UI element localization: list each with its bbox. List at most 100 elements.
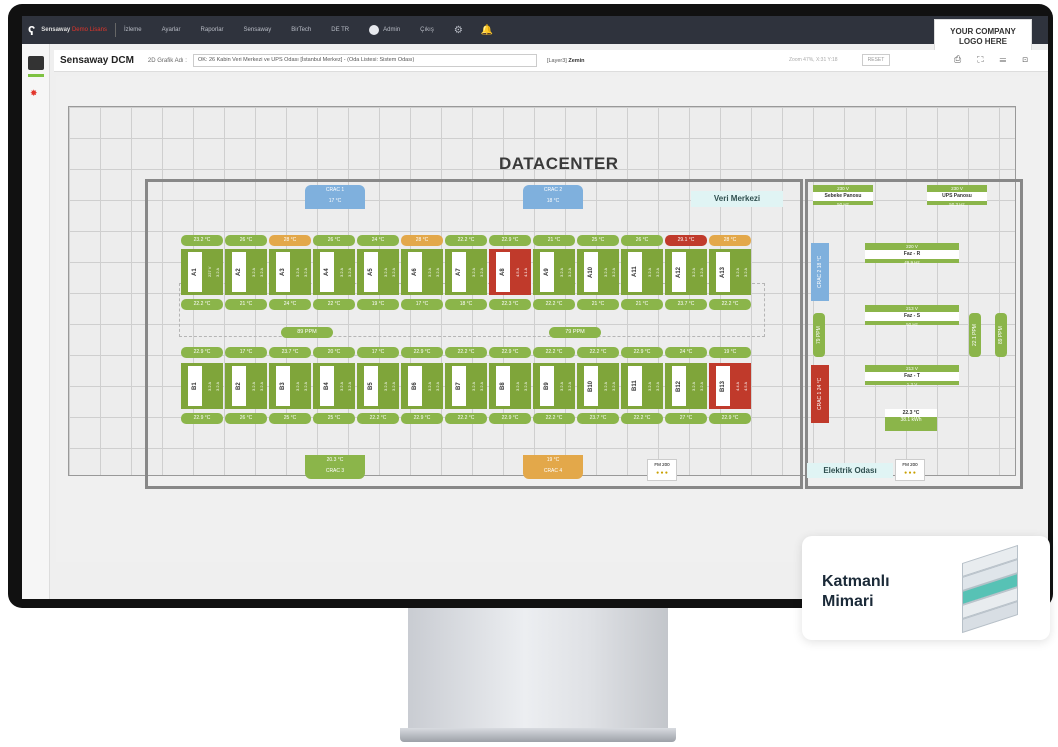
menu-raporlar[interactable]: Raporlar (201, 27, 224, 33)
rack-cabinet[interactable]: B6 3.2 A 3.2 A (401, 363, 443, 409)
temperature-sensor[interactable]: 25 °C (577, 235, 619, 246)
temperature-sensor[interactable]: 22.2 °C (445, 413, 487, 424)
rack-cabinet[interactable]: A7 3.2 A 3.2 A (445, 249, 487, 295)
temperature-sensor[interactable]: 26 °C (225, 413, 267, 424)
reset-button[interactable]: RESET (862, 54, 890, 66)
temperature-sensor[interactable]: 21 °C (225, 299, 267, 310)
rack-cabinet[interactable]: B10 3.2 A 3.2 A (577, 363, 619, 409)
temperature-sensor[interactable]: 17 °C (357, 347, 399, 358)
menu-birtech[interactable]: BirTech (291, 27, 311, 33)
ppm-sensor[interactable]: 89 PPM (281, 327, 333, 338)
temperature-sensor[interactable]: 25 °C (313, 413, 355, 424)
crac-unit[interactable]: 19 °C CRAC 4 (523, 455, 583, 479)
rack-cabinet[interactable]: A11 3.2 A 3.2 A (621, 249, 663, 295)
menu-logout[interactable]: Çıkış (420, 27, 434, 33)
temperature-sensor[interactable]: 22.2 °C (533, 413, 575, 424)
kwh-meter[interactable]: 22.3 °C 38.1 kWh (885, 409, 937, 431)
temperature-sensor[interactable]: 22.2 °C (445, 347, 487, 358)
ppm-sensor[interactable]: 22.1 PPM (969, 313, 981, 357)
rack-cabinet[interactable]: A13 3.2 A 3.2 A (709, 249, 751, 295)
temperature-sensor[interactable]: 22.9 °C (401, 347, 443, 358)
temperature-sensor[interactable]: 23.2 °C (181, 235, 223, 246)
fm200-unit[interactable]: FM 200 ● ● ● (895, 459, 925, 481)
menu-language[interactable]: DE TR (331, 27, 349, 33)
sebeke-panel[interactable]: 230 V Sebeke Panosu 50 Hz (813, 185, 873, 207)
temperature-sensor[interactable]: 28 °C (709, 235, 751, 246)
rack-cabinet[interactable]: B1 3.2 A 3.2 A (181, 363, 223, 409)
temperature-sensor[interactable]: 22.2 °C (709, 299, 751, 310)
rack-cabinet[interactable]: B9 3.2 A 3.2 A (533, 363, 575, 409)
temperature-sensor[interactable]: 20 °C (313, 347, 355, 358)
alarm-icon[interactable]: ✸ (30, 88, 40, 98)
rack-cabinet[interactable]: B3 3.2 A 3.2 A (269, 363, 311, 409)
temperature-sensor[interactable]: 22.9 °C (489, 347, 531, 358)
crac-unit[interactable]: CRAC 1 17 °C (305, 185, 365, 209)
temperature-sensor[interactable]: 26 °C (313, 235, 355, 246)
rack-cabinet[interactable]: B2 3.2 A 3.2 A (225, 363, 267, 409)
gear-icon[interactable]: ⚙ (454, 25, 463, 36)
avatar[interactable] (369, 25, 380, 35)
crac-unit[interactable]: CRAC 2 18 °C (523, 185, 583, 209)
view-icons[interactable]: ⎙⛶☰⊡ (954, 54, 1044, 65)
temperature-sensor[interactable]: 24 °C (665, 347, 707, 358)
rack-cabinet[interactable]: A6 3.2 A 3.2 A (401, 249, 443, 295)
temperature-sensor[interactable]: 26 °C (621, 235, 663, 246)
phase-s[interactable]: 213 V Faz - S 50 Hz (865, 305, 959, 327)
menu-user[interactable]: Admin (383, 27, 400, 33)
rack-cabinet[interactable]: B4 3.2 A 3.2 A (313, 363, 355, 409)
temperature-sensor[interactable]: 22.9 °C (181, 347, 223, 358)
temperature-sensor[interactable]: 22.2 °C (533, 347, 575, 358)
temperature-sensor[interactable]: 22.9 °C (489, 235, 531, 246)
rack-cabinet[interactable]: A8 4.5 A 4.1 A (489, 249, 531, 295)
menu-sensaway[interactable]: Sensaway (244, 27, 272, 33)
temperature-sensor[interactable]: 29.1 °C (665, 235, 707, 246)
temperature-sensor[interactable]: 22.2 °C (357, 413, 399, 424)
temperature-sensor[interactable]: 22.3 °C (489, 299, 531, 310)
temperature-sensor[interactable]: 22.2 °C (181, 299, 223, 310)
rack-cabinet[interactable]: B5 3.2 A 3.2 A (357, 363, 399, 409)
temperature-sensor[interactable]: 24 °C (357, 235, 399, 246)
temperature-sensor[interactable]: 21 °C (577, 299, 619, 310)
crac-unit[interactable]: CRAC 2 18 °C (811, 243, 829, 301)
temperature-sensor[interactable]: 22 °C (313, 299, 355, 310)
phase-t[interactable]: 213 V Faz - T 1.3 V (865, 365, 959, 387)
temperature-sensor[interactable]: 17 °C (225, 347, 267, 358)
temperature-sensor[interactable]: 22.9 °C (709, 413, 751, 424)
rack-cabinet[interactable]: A5 3.2 A 3.2 A (357, 249, 399, 295)
temperature-sensor[interactable]: 22.9 °C (489, 413, 531, 424)
rack-cabinet[interactable]: A2 3.2 A 3.2 A (225, 249, 267, 295)
temperature-sensor[interactable]: 23.7 °C (269, 347, 311, 358)
temperature-sensor[interactable]: 22.9 °C (621, 347, 663, 358)
temperature-sensor[interactable]: 18 °C (445, 299, 487, 310)
temperature-sensor[interactable]: 19 °C (357, 299, 399, 310)
temperature-sensor[interactable]: 23.7 °C (665, 299, 707, 310)
temperature-sensor[interactable]: 19 °C (709, 347, 751, 358)
crac-unit[interactable]: CRAC 1 24 °C (811, 365, 829, 423)
temperature-sensor[interactable]: 21 °C (621, 299, 663, 310)
temperature-sensor[interactable]: 22.9 °C (181, 413, 223, 424)
rack-cabinet[interactable]: B8 3.2 A 3.2 A (489, 363, 531, 409)
temperature-sensor[interactable]: 27 °C (665, 413, 707, 424)
temperature-sensor[interactable]: 22.2 °C (621, 413, 663, 424)
temperature-sensor[interactable]: 26 °C (225, 235, 267, 246)
ppm-sensor[interactable]: 89 PPM (995, 313, 1007, 357)
temperature-sensor[interactable]: 24 °C (269, 299, 311, 310)
rack-cabinet[interactable]: B13 4.4 A 4.5 A (709, 363, 751, 409)
rack-cabinet[interactable]: A4 3.2 A 3.2 A (313, 249, 355, 295)
rack-cabinet[interactable]: A12 3.2 A 3.2 A (665, 249, 707, 295)
ppm-sensor[interactable]: 79 PPM (549, 327, 601, 338)
ups-panel[interactable]: 230 V UPS Panosu 50.3 Hz (927, 185, 987, 207)
graph-select[interactable]: OK: 26 Kabin Veri Merkezi ve UPS Odası [… (192, 54, 537, 67)
rack-cabinet[interactable]: A10 3.2 A 3.2 A (577, 249, 619, 295)
crac-unit[interactable]: 20.3 °C CRAC 3 (305, 455, 365, 479)
rack-cabinet[interactable]: B7 3.2 A 3.2 A (445, 363, 487, 409)
temperature-sensor[interactable]: 22.9 °C (401, 413, 443, 424)
layers-icon[interactable] (28, 56, 44, 70)
bell-icon[interactable]: 🔔 (481, 25, 493, 36)
temperature-sensor[interactable]: 28 °C (269, 235, 311, 246)
menu-ayarlar[interactable]: Ayarlar (162, 27, 181, 33)
rack-cabinet[interactable]: A3 3.2 A 3.2 A (269, 249, 311, 295)
rack-cabinet[interactable]: A1 227 V 3.2 A (181, 249, 223, 295)
temperature-sensor[interactable]: 23.7 °C (577, 413, 619, 424)
temperature-sensor[interactable]: 17 °C (401, 299, 443, 310)
